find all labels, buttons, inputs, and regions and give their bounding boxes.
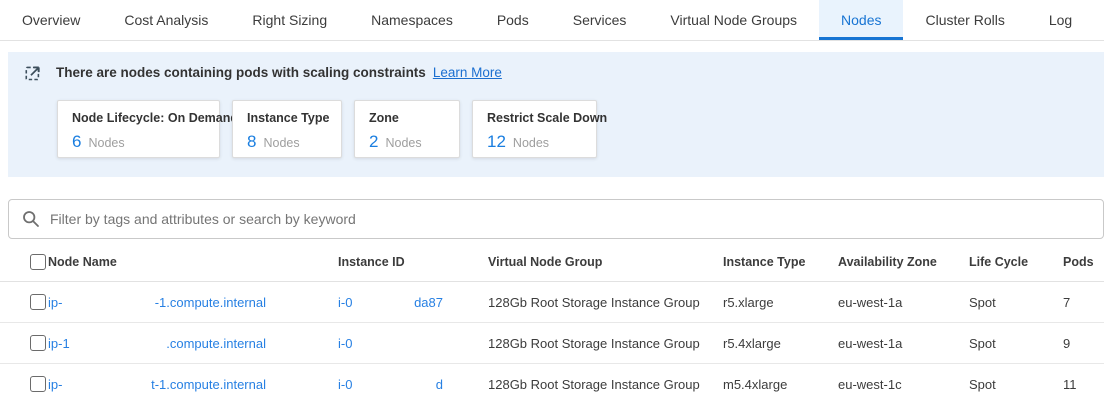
instance-id-link[interactable]: i-0d [338, 377, 443, 392]
instance-type-cell: m5.4xlarge [723, 377, 838, 392]
search-icon [22, 210, 40, 228]
tab-services[interactable]: Services [551, 0, 649, 40]
col-instance-id: Instance ID [338, 255, 488, 269]
tab-namespaces[interactable]: Namespaces [349, 0, 475, 40]
card-title: Restrict Scale Down [487, 111, 582, 125]
col-availability-zone: Availability Zone [838, 255, 969, 269]
filter-bar [8, 199, 1104, 239]
row-checkbox[interactable] [30, 294, 46, 310]
tab-overview[interactable]: Overview [0, 0, 102, 40]
tab-log[interactable]: Log [1027, 0, 1094, 40]
learn-more-link[interactable]: Learn More [433, 65, 502, 80]
row-checkbox[interactable] [30, 335, 46, 351]
virtual-node-group-cell: 128Gb Root Storage Instance Group [488, 295, 723, 310]
col-life-cycle: Life Cycle [969, 255, 1063, 269]
col-node-name: Node Name [48, 255, 338, 269]
node-name-link[interactable]: ip-1.compute.internal [48, 336, 266, 351]
card-unit: Nodes [263, 136, 299, 150]
pods-cell: 11 [1063, 377, 1104, 392]
scale-out-icon [25, 64, 42, 81]
tab-nodes[interactable]: Nodes [819, 0, 903, 40]
card-zone[interactable]: Zone 2 Nodes [354, 100, 460, 158]
virtual-node-group-cell: 128Gb Root Storage Instance Group [488, 336, 723, 351]
table-header: Node Name Instance ID Virtual Node Group… [0, 242, 1104, 282]
nodes-table: Node Name Instance ID Virtual Node Group… [0, 242, 1104, 404]
col-instance-type: Instance Type [723, 255, 838, 269]
availability-zone-cell: eu-west-1c [838, 377, 969, 392]
instance-id-link[interactable]: i-0da87 [338, 295, 443, 310]
banner-header: There are nodes containing pods with sca… [8, 64, 1104, 81]
instance-type-cell: r5.xlarge [723, 295, 838, 310]
card-unit: Nodes [88, 136, 124, 150]
life-cycle-cell: Spot [969, 295, 1063, 310]
card-title: Node Lifecycle: On Demand [72, 111, 205, 125]
card-node-lifecycle[interactable]: Node Lifecycle: On Demand 6 Nodes [57, 100, 220, 158]
tab-pods[interactable]: Pods [475, 0, 551, 40]
search-input[interactable] [50, 211, 1090, 227]
card-count: 6 [72, 132, 81, 152]
card-count: 12 [487, 132, 506, 152]
pods-cell: 9 [1063, 336, 1104, 351]
card-count: 2 [369, 132, 378, 152]
tab-cluster-rolls[interactable]: Cluster Rolls [903, 0, 1026, 40]
row-checkbox[interactable] [30, 376, 46, 392]
constraint-cards: Node Lifecycle: On Demand 6 Nodes Instan… [57, 100, 1104, 158]
col-virtual-node-group: Virtual Node Group [488, 255, 723, 269]
col-pods: Pods [1063, 255, 1104, 269]
life-cycle-cell: Spot [969, 336, 1063, 351]
tab-right-sizing[interactable]: Right Sizing [230, 0, 349, 40]
scaling-constraints-banner: There are nodes containing pods with sca… [8, 52, 1104, 177]
table-row: ip-t-1.compute.internal i-0d 128Gb Root … [0, 363, 1104, 404]
card-count: 8 [247, 132, 256, 152]
card-unit: Nodes [385, 136, 421, 150]
card-title: Zone [369, 111, 445, 125]
card-instance-type[interactable]: Instance Type 8 Nodes [232, 100, 342, 158]
availability-zone-cell: eu-west-1a [838, 336, 969, 351]
availability-zone-cell: eu-west-1a [838, 295, 969, 310]
node-name-link[interactable]: ip--1.compute.internal [48, 295, 266, 310]
virtual-node-group-cell: 128Gb Root Storage Instance Group [488, 377, 723, 392]
tab-cost-analysis[interactable]: Cost Analysis [102, 0, 230, 40]
card-unit: Nodes [513, 136, 549, 150]
table-row: ip-1.compute.internal i-0 128Gb Root Sto… [0, 322, 1104, 363]
pods-cell: 7 [1063, 295, 1104, 310]
card-title: Instance Type [247, 111, 327, 125]
card-restrict-scale-down[interactable]: Restrict Scale Down 12 Nodes [472, 100, 597, 158]
node-name-link[interactable]: ip-t-1.compute.internal [48, 377, 266, 392]
banner-message: There are nodes containing pods with sca… [56, 65, 426, 80]
tab-bar: Overview Cost Analysis Right Sizing Name… [0, 0, 1104, 41]
instance-type-cell: r5.4xlarge [723, 336, 838, 351]
table-row: ip--1.compute.internal i-0da87 128Gb Roo… [0, 282, 1104, 322]
life-cycle-cell: Spot [969, 377, 1063, 392]
instance-id-link[interactable]: i-0 [338, 336, 443, 351]
tab-virtual-node-groups[interactable]: Virtual Node Groups [648, 0, 819, 40]
select-all-checkbox[interactable] [30, 254, 46, 270]
